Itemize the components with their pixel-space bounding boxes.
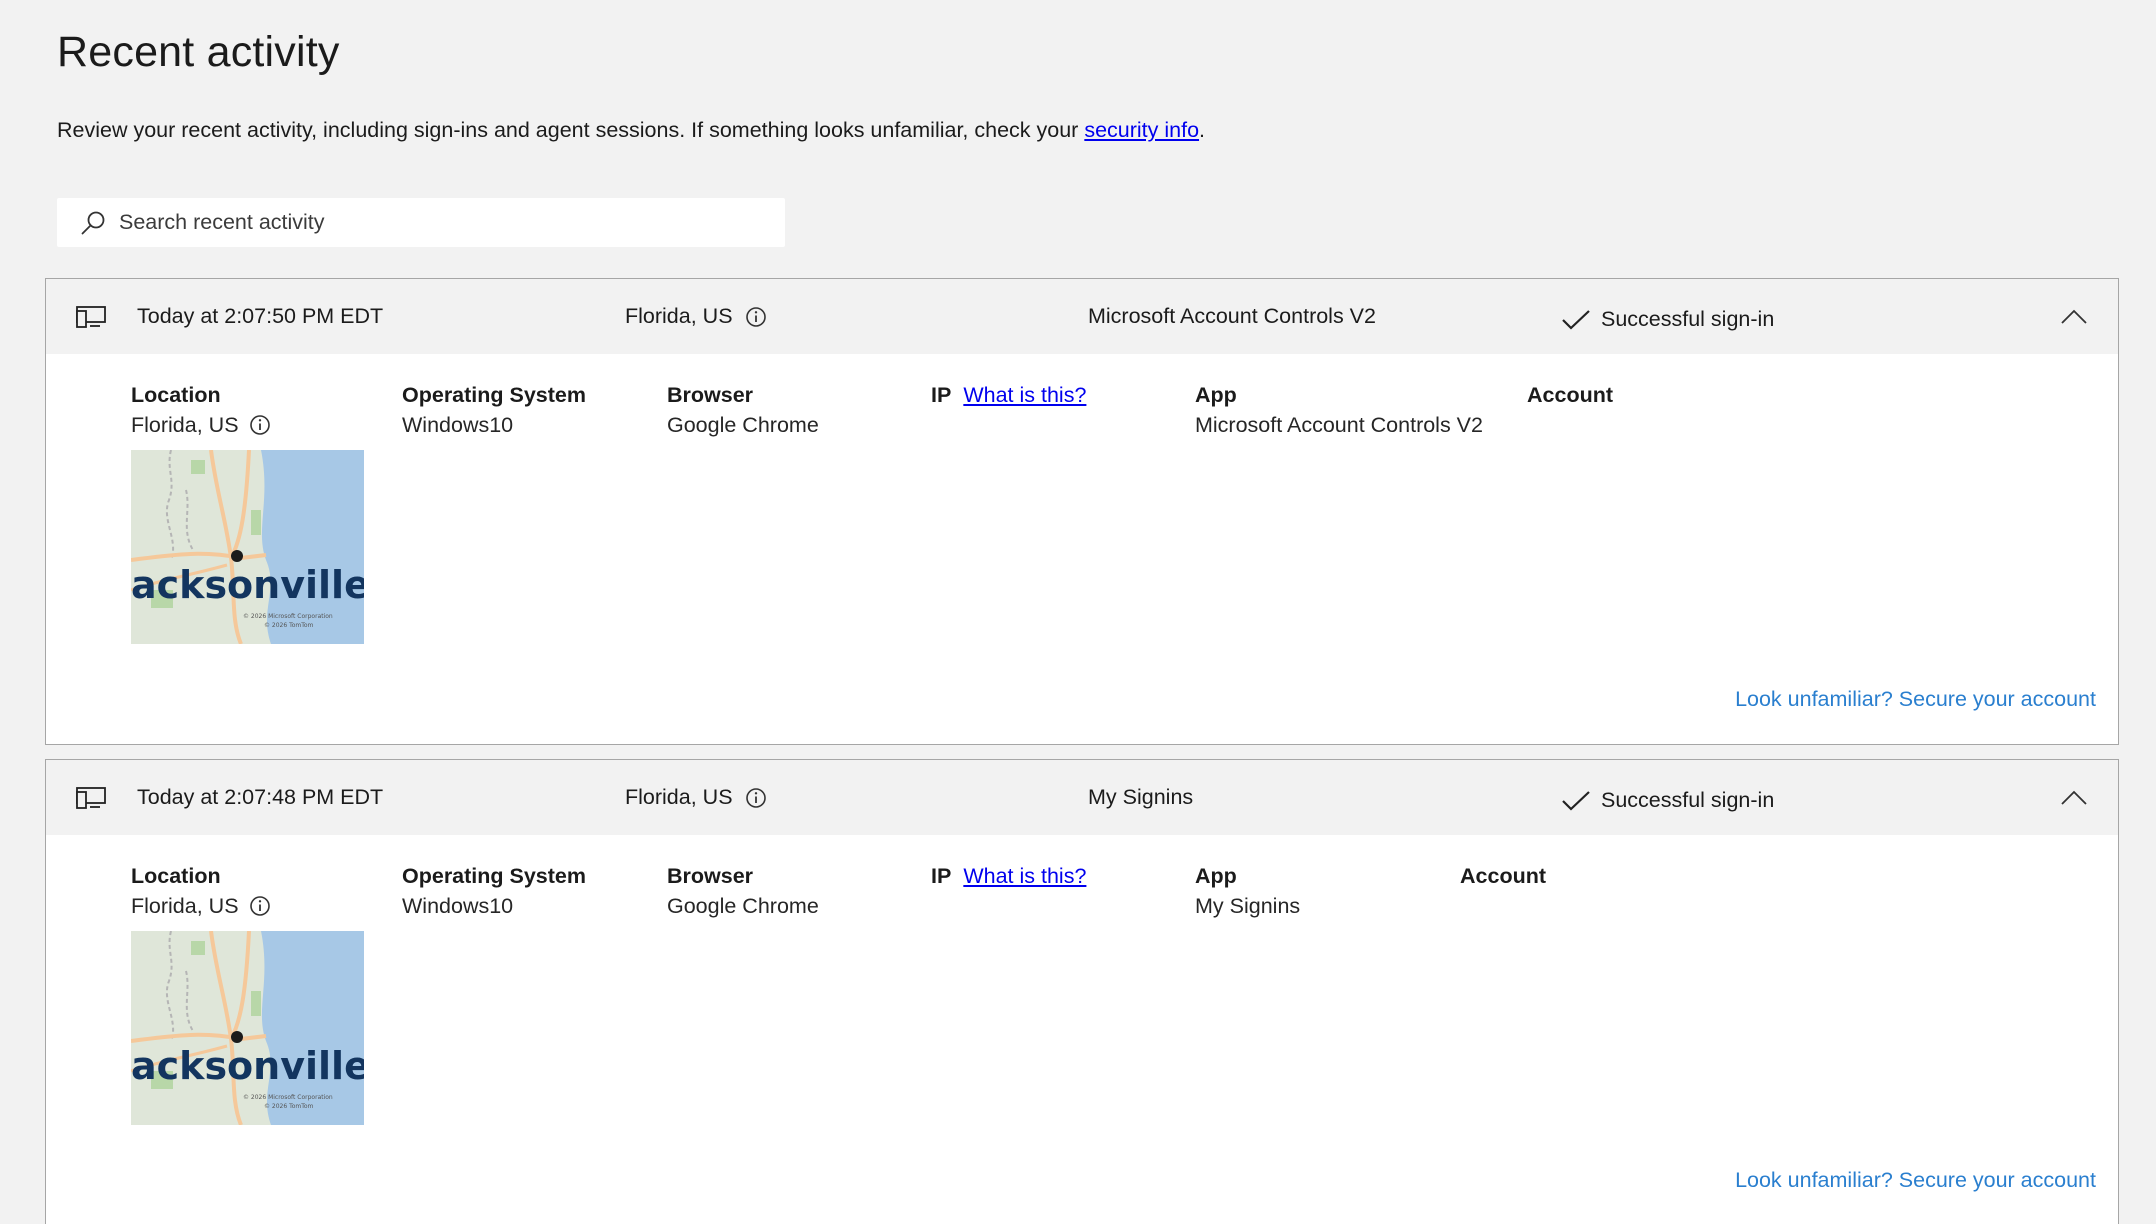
activity-header-location: Florida, US (625, 760, 767, 835)
header-location-text: Florida, US (625, 304, 733, 328)
info-icon[interactable] (249, 895, 271, 917)
activity-card-header[interactable]: Today at 2:07:48 PM EDT Florida, US My S… (46, 760, 2118, 835)
location-pin-icon (231, 550, 243, 562)
os-value: Windows10 (402, 893, 514, 918)
detail-ip: IP What is this? (931, 380, 1086, 410)
info-icon[interactable] (249, 414, 271, 436)
checkmark-icon (1562, 309, 1590, 330)
ip-label-row: IP What is this? (931, 861, 1086, 891)
activity-status: Successful sign-in (1561, 763, 1774, 838)
app-value: My Signins (1195, 893, 1301, 918)
search-box[interactable] (57, 198, 785, 247)
account-label: Account (1527, 382, 1613, 407)
page-title: Recent activity (57, 28, 340, 76)
app-label: App (1195, 863, 1237, 888)
activity-card: Today at 2:07:50 PM EDT Florida, US Micr… (45, 278, 2119, 745)
status-text: Successful sign-in (1601, 788, 1775, 812)
browser-value: Google Chrome (667, 893, 819, 918)
app-label: App (1195, 382, 1237, 407)
info-icon[interactable] (745, 306, 767, 328)
app-value: Microsoft Account Controls V2 (1195, 412, 1483, 437)
info-icon[interactable] (745, 787, 767, 809)
account-label: Account (1460, 863, 1546, 888)
map-credit: © 2026 Microsoft Corporation (243, 613, 333, 620)
map-city-label: acksonville (131, 563, 364, 607)
location-map: acksonville © 2026 Microsoft Corporation… (131, 450, 364, 644)
secure-account-link[interactable]: Look unfamiliar? Secure your account (1735, 1168, 2096, 1193)
detail-account: Account (1527, 380, 1613, 410)
activity-time: Today at 2:07:50 PM EDT (137, 304, 384, 328)
location-value-row: Florida, US (131, 891, 271, 921)
map-credit: © 2026 TomTom (264, 622, 314, 629)
ip-label-row: IP What is this? (931, 380, 1086, 410)
header-location-text: Florida, US (625, 785, 733, 809)
ip-label: IP (931, 863, 952, 888)
detail-ip: IP What is this? (931, 861, 1086, 891)
activity-status: Successful sign-in (1561, 282, 1774, 357)
map-credit: © 2026 Microsoft Corporation (243, 1094, 333, 1101)
checkmark-icon (1562, 790, 1590, 811)
location-label: Location (131, 863, 221, 888)
desktop-icon (76, 279, 106, 354)
detail-app: App My Signins (1195, 861, 1300, 921)
browser-value: Google Chrome (667, 412, 819, 437)
activity-time: Today at 2:07:48 PM EDT (137, 785, 384, 809)
desktop-icon (76, 760, 106, 835)
secure-account-link[interactable]: Look unfamiliar? Secure your account (1735, 687, 2096, 712)
map-credit: © 2026 TomTom (264, 1103, 314, 1110)
os-label: Operating System (402, 863, 586, 888)
activity-header-location: Florida, US (625, 279, 767, 354)
activity-header-app: My Signins (1088, 785, 1194, 809)
map-city-label: acksonville (131, 1044, 364, 1088)
detail-account: Account (1460, 861, 1546, 891)
browser-label: Browser (667, 382, 754, 407)
detail-location: Location Florida, US (131, 380, 271, 440)
location-pin-icon (231, 1031, 243, 1043)
os-label: Operating System (402, 382, 586, 407)
search-input[interactable] (119, 210, 719, 235)
detail-browser: Browser Google Chrome (667, 861, 819, 921)
intro-text-end: . (1199, 118, 1206, 142)
ip-help-link[interactable]: What is this? (963, 383, 1086, 408)
ip-help-link[interactable]: What is this? (963, 864, 1086, 889)
location-value: Florida, US (131, 412, 239, 437)
intro-text-main: Review your recent activity, including s… (57, 118, 1085, 142)
chevron-up-icon (2061, 790, 2087, 805)
security-info-link[interactable]: security info (1084, 118, 1199, 142)
location-label: Location (131, 382, 221, 407)
ip-label: IP (931, 382, 952, 407)
chevron-up-icon (2061, 309, 2087, 324)
activity-card: Today at 2:07:48 PM EDT Florida, US My S… (45, 759, 2119, 1224)
collapse-button[interactable] (2060, 760, 2088, 835)
os-value: Windows10 (402, 412, 514, 437)
detail-browser: Browser Google Chrome (667, 380, 819, 440)
detail-app: App Microsoft Account Controls V2 (1195, 380, 1483, 440)
browser-label: Browser (667, 863, 754, 888)
detail-os: Operating System Windows10 (402, 380, 586, 440)
activity-card-header[interactable]: Today at 2:07:50 PM EDT Florida, US Micr… (46, 279, 2118, 354)
activity-details: Location Florida, US Operating System Wi… (46, 354, 2118, 744)
activity-header-app: Microsoft Account Controls V2 (1088, 304, 1376, 328)
search-icon (81, 211, 105, 234)
activity-details: Location Florida, US Operating System Wi… (46, 835, 2118, 1224)
location-value: Florida, US (131, 893, 239, 918)
location-map: acksonville © 2026 Microsoft Corporation… (131, 931, 364, 1125)
detail-os: Operating System Windows10 (402, 861, 586, 921)
detail-location: Location Florida, US (131, 861, 271, 921)
collapse-button[interactable] (2060, 279, 2088, 354)
intro-text: Review your recent activity, including s… (57, 118, 1205, 143)
location-value-row: Florida, US (131, 410, 271, 440)
status-text: Successful sign-in (1601, 307, 1775, 331)
